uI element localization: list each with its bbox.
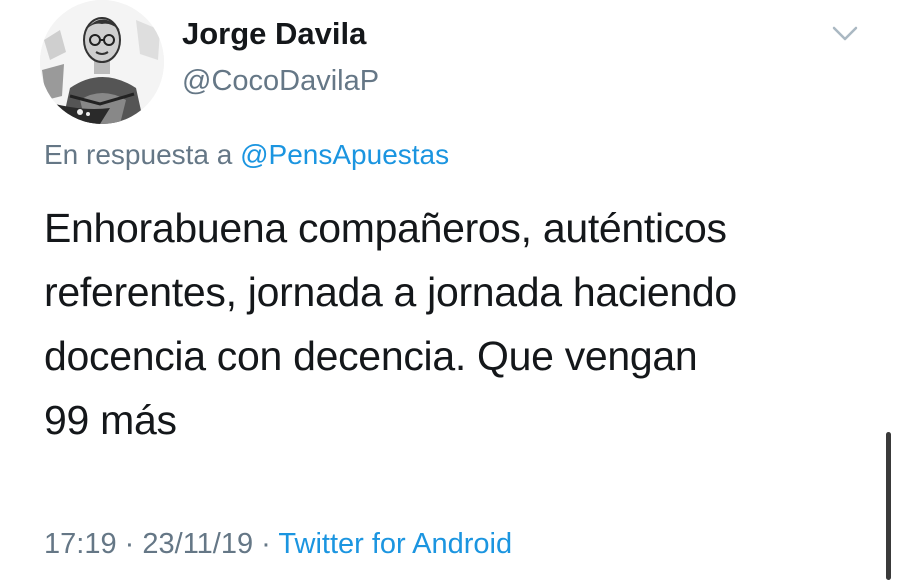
scrollbar[interactable] bbox=[886, 432, 891, 580]
tweet-time[interactable]: 17:19 bbox=[44, 528, 117, 560]
chevron-down-icon bbox=[832, 26, 858, 41]
tweet-date[interactable]: 23/11/19 bbox=[142, 528, 253, 560]
profile-photo-icon bbox=[40, 0, 164, 124]
tweet-meta: 17:19 · 23/11/19 · Twitter for Android bbox=[44, 524, 512, 564]
reply-mention-link[interactable]: @PensApuestas bbox=[240, 139, 449, 170]
tweet-text: Enhorabuena compañeros, auténticos refer… bbox=[44, 196, 864, 452]
tweet-text-line: docencia con decencia. Que vengan bbox=[44, 333, 698, 379]
avatar[interactable] bbox=[40, 0, 164, 124]
tweet-source-link[interactable]: Twitter for Android bbox=[278, 528, 512, 560]
author-name[interactable]: Jorge Davila bbox=[182, 14, 366, 54]
meta-separator: · bbox=[124, 528, 135, 560]
tweet-text-line: Enhorabuena compañeros, auténticos bbox=[44, 205, 727, 251]
reply-context: En respuesta a @PensApuestas bbox=[44, 136, 449, 174]
tweet-card: Jorge Davila @CocoDavilaP En respuesta a… bbox=[0, 0, 900, 580]
tweet-text-line: 99 más bbox=[44, 397, 177, 443]
tweet-menu-button[interactable] bbox=[830, 22, 860, 44]
tweet-text-line: referentes, jornada a jornada haciendo bbox=[44, 269, 737, 315]
reply-prefix: En respuesta a bbox=[44, 139, 233, 170]
author-handle[interactable]: @CocoDavilaP bbox=[182, 62, 379, 100]
meta-separator: · bbox=[261, 528, 271, 560]
